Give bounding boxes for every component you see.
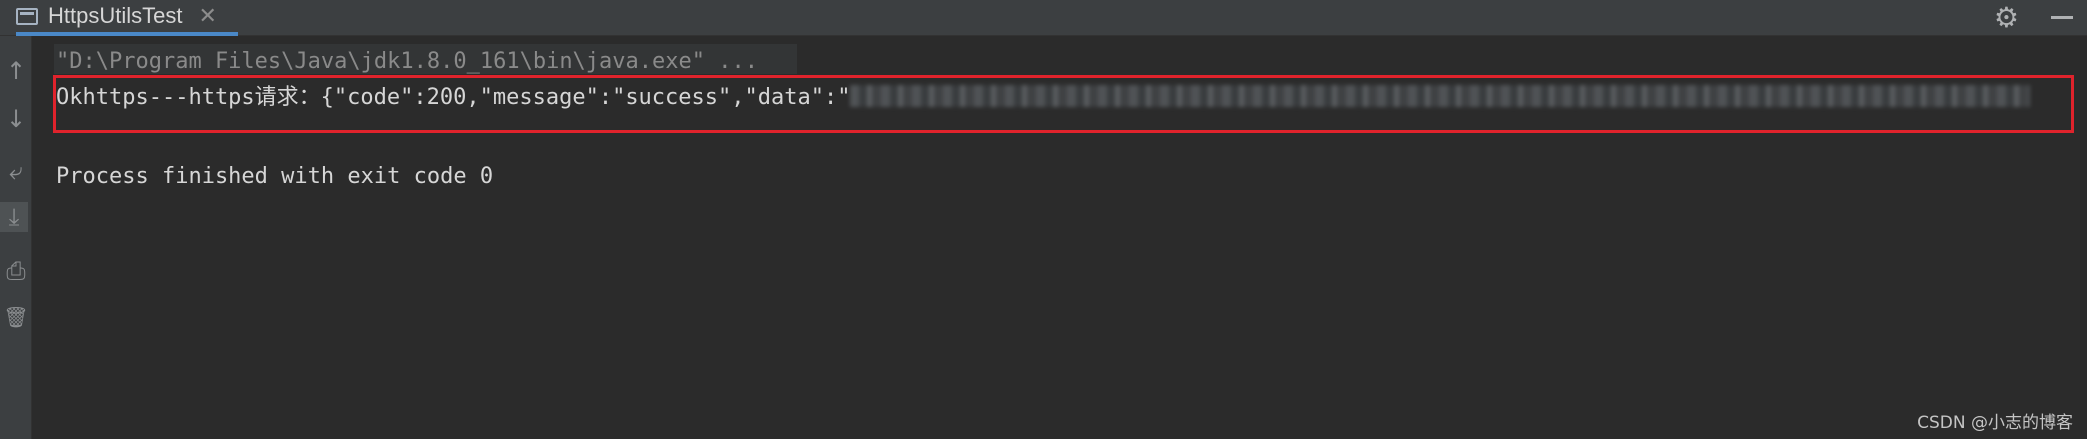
tab-https-utils-test[interactable]: HttpsUtilsTest ✕: [16, 0, 238, 36]
command-line: "D:\Program Files\Java\jdk1.8.0_161\bin\…: [56, 49, 758, 74]
watermark: CSDN @小志的博客: [1917, 413, 2073, 433]
soft-wrap-icon[interactable]: ⤶: [0, 156, 32, 186]
console-toolbar: ↑ ↓ ⤶ ⤓ ⎙ 🗑: [0, 36, 32, 439]
minimize-icon[interactable]: [2051, 16, 2073, 19]
arrow-down-icon[interactable]: ↓: [0, 104, 32, 134]
close-icon[interactable]: ✕: [198, 4, 216, 29]
arrow-up-icon[interactable]: ↑: [0, 56, 32, 86]
highlight-box: [53, 75, 2074, 133]
exit-line: Process finished with exit code 0: [56, 164, 494, 189]
gear-icon[interactable]: ⚙: [1994, 1, 2019, 34]
trash-icon[interactable]: 🗑: [0, 302, 32, 332]
console-icon: [16, 7, 38, 25]
scroll-to-end-icon[interactable]: ⤓: [0, 202, 28, 232]
tab-title: HttpsUtilsTest: [48, 3, 183, 28]
print-icon[interactable]: ⎙: [0, 256, 32, 286]
tab-bar: HttpsUtilsTest ✕ ⚙: [0, 0, 2087, 36]
